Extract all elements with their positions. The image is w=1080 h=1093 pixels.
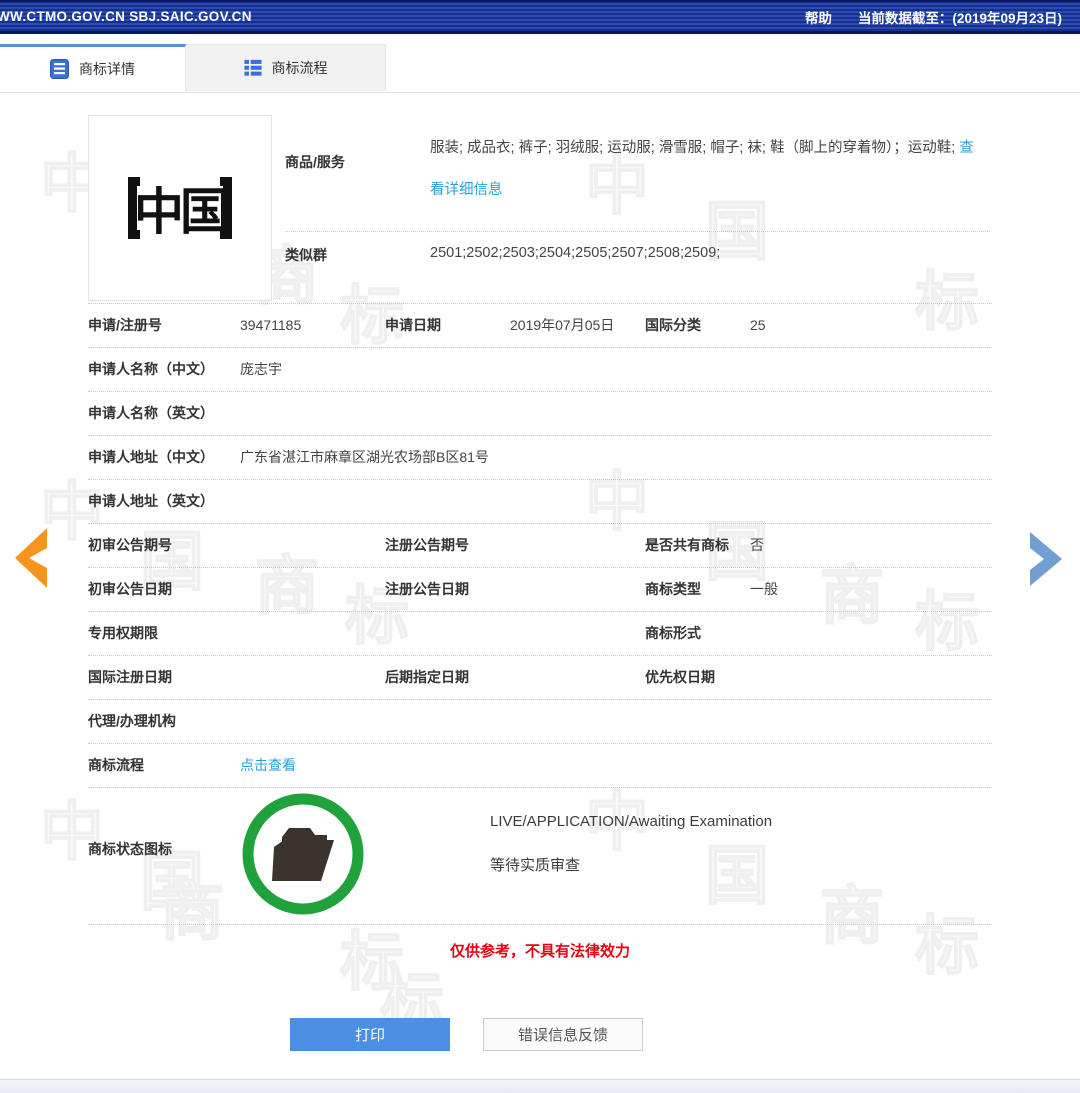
tab-bar: 商标详情 商标流程: [0, 44, 1080, 93]
field-label: 优先权日期: [645, 656, 715, 699]
detail-table: 申请/注册号39471185申请日期2019年07月05日国际分类25申请人名称…: [88, 303, 992, 788]
row-applicant-address-cn: 申请人地址（中文） 广东省湛江市麻章区湖光农场部B区81号: [88, 436, 992, 480]
field-value: 广东省湛江市麻章区湖光农场部B区81号: [240, 436, 489, 479]
logo-text: 中国: [134, 172, 226, 244]
field-label: 国际注册日期: [88, 656, 172, 699]
row-first-trial-gazette-date: 初审公告日期 注册公告日期 商标类型 一般: [88, 568, 992, 612]
row-applicant-address-en: 申请人地址（英文）: [88, 480, 992, 524]
field-label: 申请人名称（英文）: [88, 392, 214, 435]
status-text-en: LIVE/APPLICATION/Awaiting Examination: [490, 813, 772, 830]
field-label: 是否共有商标: [645, 524, 729, 567]
list-icon: [244, 59, 262, 77]
row-application-number: 申请/注册号 39471185 申请日期 2019年07月05日国际分类 25: [88, 304, 992, 348]
row-applicant-name-en: 申请人名称（英文）: [88, 392, 992, 436]
process-view-link[interactable]: 点击查看: [240, 744, 296, 787]
divider: [285, 231, 990, 232]
field-value: 一般: [750, 568, 778, 611]
field-label: 申请/注册号: [88, 304, 162, 347]
row-process: 商标流程 点击查看: [88, 744, 992, 788]
field-label: 初审公告期号: [88, 524, 172, 567]
site-urls: WW.CTMO.GOV.CN SBJ.SAIC.GOV.CN: [0, 9, 252, 24]
field-value: 25: [750, 304, 766, 347]
footer-bar: [0, 1079, 1080, 1093]
data-cutoff-date: 当前数据截至：(2019年09月23日): [858, 7, 1062, 27]
row-international-reg-date: 国际注册日期 后期指定日期 优先权日期: [88, 656, 992, 700]
field-label: 代理/办理机构: [88, 700, 176, 743]
status-text-block: LIVE/APPLICATION/Awaiting Examination 等待…: [490, 813, 772, 875]
field-label: 专用权期限: [88, 612, 158, 655]
field-label: 后期指定日期: [385, 656, 469, 699]
status-text-zh: 等待实质审查: [490, 854, 772, 875]
logo-right-bracket: [220, 177, 232, 239]
field-value: 否: [750, 524, 764, 567]
trademark-image: 中国: [88, 115, 272, 301]
field-label: 注册公告日期: [385, 568, 469, 611]
print-button[interactable]: 打印: [290, 1018, 450, 1051]
help-link[interactable]: 帮助: [805, 7, 832, 27]
status-icon-label: 商标状态图标: [88, 839, 172, 859]
field-label: 申请人名称（中文）: [88, 348, 214, 391]
field-label: 商标类型: [645, 568, 701, 611]
tab-trademark-detail[interactable]: 商标详情: [0, 44, 186, 91]
field-label: 申请日期: [385, 304, 441, 347]
row-first-trial-gazette-no: 初审公告期号 注册公告期号 是否共有商标否: [88, 524, 992, 568]
feedback-button[interactable]: 错误信息反馈: [483, 1018, 643, 1051]
field-label: 商标形式: [645, 612, 701, 655]
row-applicant-name-cn: 申请人名称（中文） 庞志宇: [88, 348, 992, 392]
goods-services-value: 服装; 成品衣; 裤子; 羽绒服; 运动服; 滑雪服; 帽子; 袜; 鞋（脚上的…: [430, 127, 986, 211]
row-exclusive-right-period: 专用权期限 商标形式: [88, 612, 992, 656]
tab-label: 商标详情: [79, 59, 135, 79]
tab-label: 商标流程: [272, 58, 328, 78]
field-label: 国际分类: [645, 304, 701, 347]
field-label: 申请人地址（英文）: [88, 480, 214, 523]
disclaimer-text: 仅供参考，不具有法律效力: [0, 940, 1080, 961]
status-folder-icon: [240, 791, 366, 917]
field-value: 2019年07月05日: [510, 304, 614, 347]
row-trademark-status: 商标状态图标 LIVE/APPLICATION/Awaiting Examina…: [88, 783, 992, 925]
field-value: 庞志宇: [240, 348, 282, 391]
previous-record-arrow-icon[interactable]: [14, 527, 48, 589]
field-label: 注册公告期号: [385, 524, 469, 567]
goods-services-text: 服装; 成品衣; 裤子; 羽绒服; 运动服; 滑雪服; 帽子; 袜; 鞋（脚上的…: [430, 140, 959, 156]
top-bar: WW.CTMO.GOV.CN SBJ.SAIC.GOV.CN 帮助 当前数据截至…: [0, 0, 1080, 34]
field-label: 商标流程: [88, 744, 144, 787]
document-icon: [50, 59, 69, 79]
similar-group-label: 类似群: [285, 245, 327, 265]
similar-group-value: 2501;2502;2503;2504;2505;2507;2508;2509;: [430, 245, 720, 261]
row-agency: 代理/办理机构: [88, 700, 992, 744]
trademark-logo: 中国: [128, 172, 232, 244]
next-record-arrow-icon[interactable]: [1026, 530, 1064, 588]
tab-trademark-process[interactable]: 商标流程: [186, 44, 386, 91]
field-label: 申请人地址（中文）: [88, 436, 214, 479]
field-label: 初审公告日期: [88, 568, 172, 611]
goods-services-label: 商品/服务: [285, 152, 345, 172]
field-value: 39471185: [240, 304, 301, 347]
